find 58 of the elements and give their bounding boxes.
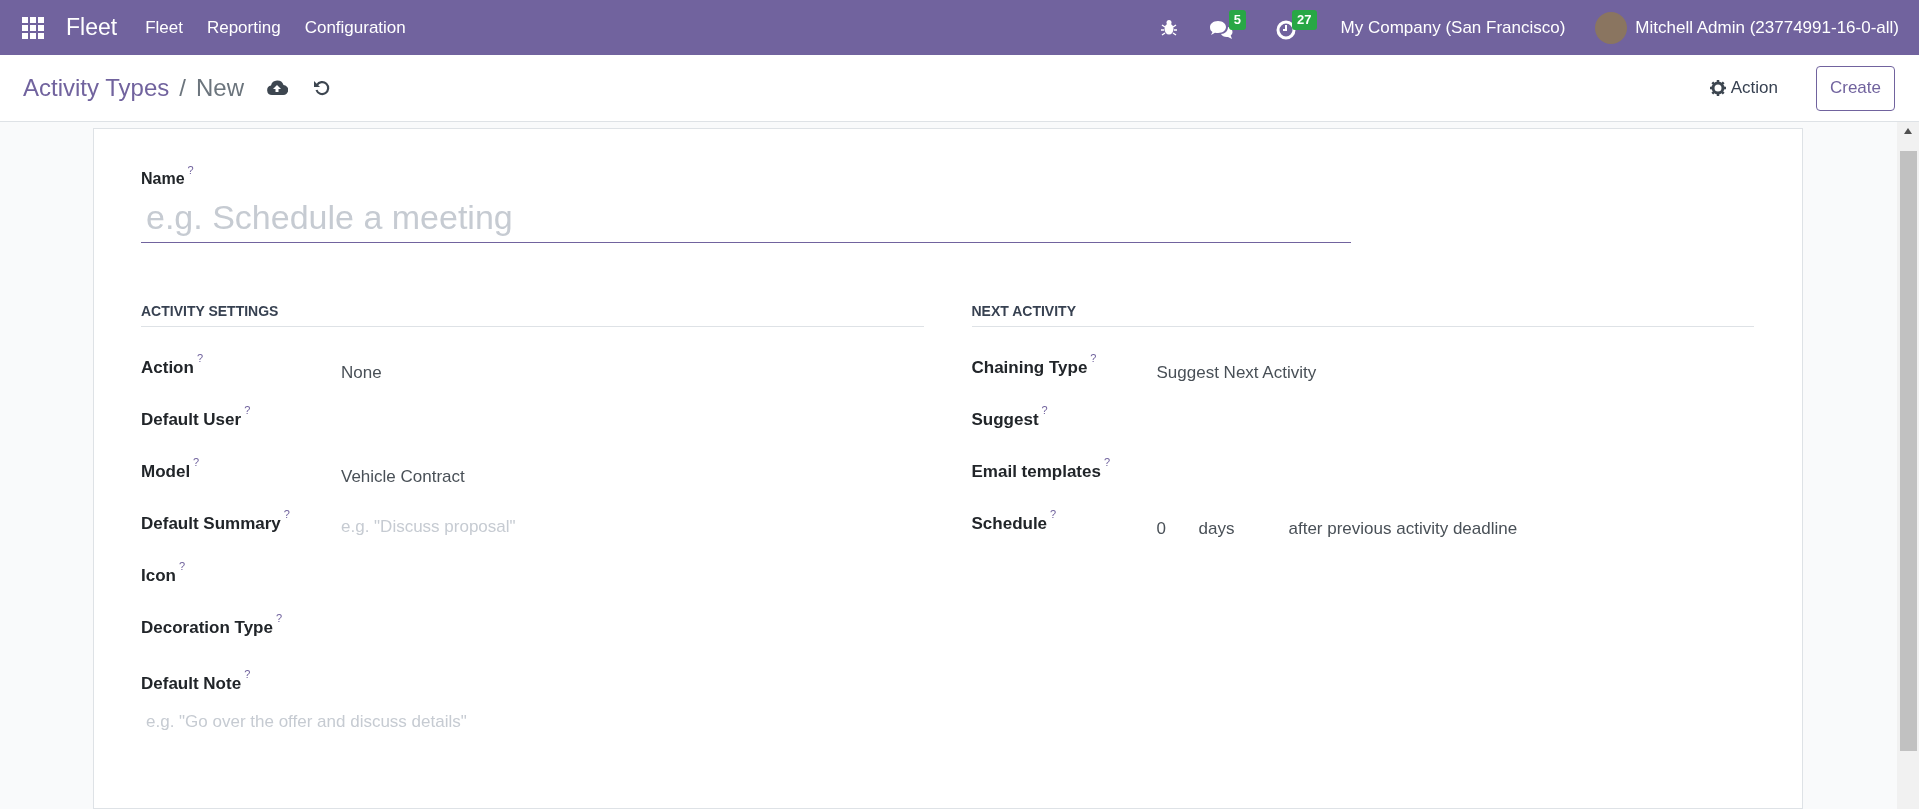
breadcrumb-current: New <box>195 73 244 103</box>
breadcrumb-separator: / <box>179 73 186 103</box>
field-label: Default Summary <box>141 513 281 535</box>
text-input-field[interactable]: e.g. "Discuss proposal" <box>341 514 721 540</box>
name-input-field[interactable]: e.g. Schedule a meeting <box>141 193 1351 243</box>
action-button[interactable]: Action <box>1709 75 1778 101</box>
field-label: Email templates <box>971 461 1101 483</box>
scroll-up-icon[interactable] <box>1903 127 1913 135</box>
field-value[interactable]: after previous activity deadline <box>1288 516 1518 542</box>
field-label: Default Note <box>141 673 242 695</box>
create-button[interactable]: Create <box>1815 65 1895 111</box>
field-label: Model <box>141 461 191 483</box>
help-mark[interactable]: ? <box>283 508 290 520</box>
app-name[interactable]: Fleet <box>66 10 118 45</box>
field-label: Icon <box>141 565 176 587</box>
help-mark[interactable]: ? <box>193 456 200 468</box>
field-label: Default User <box>141 409 242 431</box>
scrollbar-thumb[interactable] <box>1899 151 1917 751</box>
app-menu-icon[interactable] <box>22 16 44 39</box>
menu-item[interactable]: Configuration <box>296 14 414 41</box>
section-title: ACTIVITY SETTINGS <box>141 301 924 327</box>
help-mark[interactable]: ? <box>244 404 251 416</box>
field-label: Decoration Type <box>141 617 273 639</box>
breadcrumb-link[interactable]: Activity Types <box>23 70 170 106</box>
field-value[interactable]: None <box>341 360 382 386</box>
field-label: Action <box>141 357 194 379</box>
chat-icon[interactable] <box>1208 19 1233 40</box>
help-mark[interactable]: ? <box>187 164 194 176</box>
help-mark[interactable]: ? <box>275 612 283 624</box>
help-mark[interactable]: ? <box>1103 456 1111 468</box>
field-label: Chaining Type <box>971 357 1088 379</box>
help-mark[interactable]: ? <box>1041 404 1048 416</box>
help-mark[interactable]: ? <box>196 352 203 364</box>
field-label: Suggest <box>971 409 1039 431</box>
user-menu[interactable]: Mitchell Admin (23774991-16-0-all) <box>1635 14 1899 41</box>
help-mark[interactable]: ? <box>178 560 186 572</box>
help-mark[interactable]: ? <box>1050 508 1057 520</box>
field-value[interactable]: Vehicle Contract <box>341 464 465 490</box>
gear-icon <box>1709 80 1726 96</box>
activity-count-badge: 27 <box>1292 9 1317 30</box>
message-count-badge: 5 <box>1228 9 1247 30</box>
field-value[interactable]: 0 <box>1156 516 1199 542</box>
scrollbar[interactable] <box>1897 122 1919 809</box>
bug-icon[interactable] <box>1160 19 1177 36</box>
note-input-field[interactable]: e.g. "Go over the offer and discuss details" <box>141 708 924 734</box>
menu-item[interactable]: Fleet <box>137 14 191 41</box>
field-value[interactable]: days <box>1198 516 1289 542</box>
clock-icon[interactable] <box>1276 19 1297 40</box>
cloud-upload-icon[interactable] <box>265 80 288 96</box>
field-value[interactable]: Suggest Next Activity <box>1156 360 1317 386</box>
menu-item[interactable]: Reporting <box>198 14 289 41</box>
company-switcher[interactable]: My Company (San Francisco) <box>1340 14 1566 41</box>
help-mark[interactable]: ? <box>1090 352 1097 364</box>
field-label: Schedule <box>971 513 1048 535</box>
section-title: NEXT ACTIVITY <box>971 301 1754 327</box>
discard-icon[interactable] <box>312 79 331 97</box>
field-label: Name <box>141 169 185 189</box>
help-mark[interactable]: ? <box>244 668 251 680</box>
